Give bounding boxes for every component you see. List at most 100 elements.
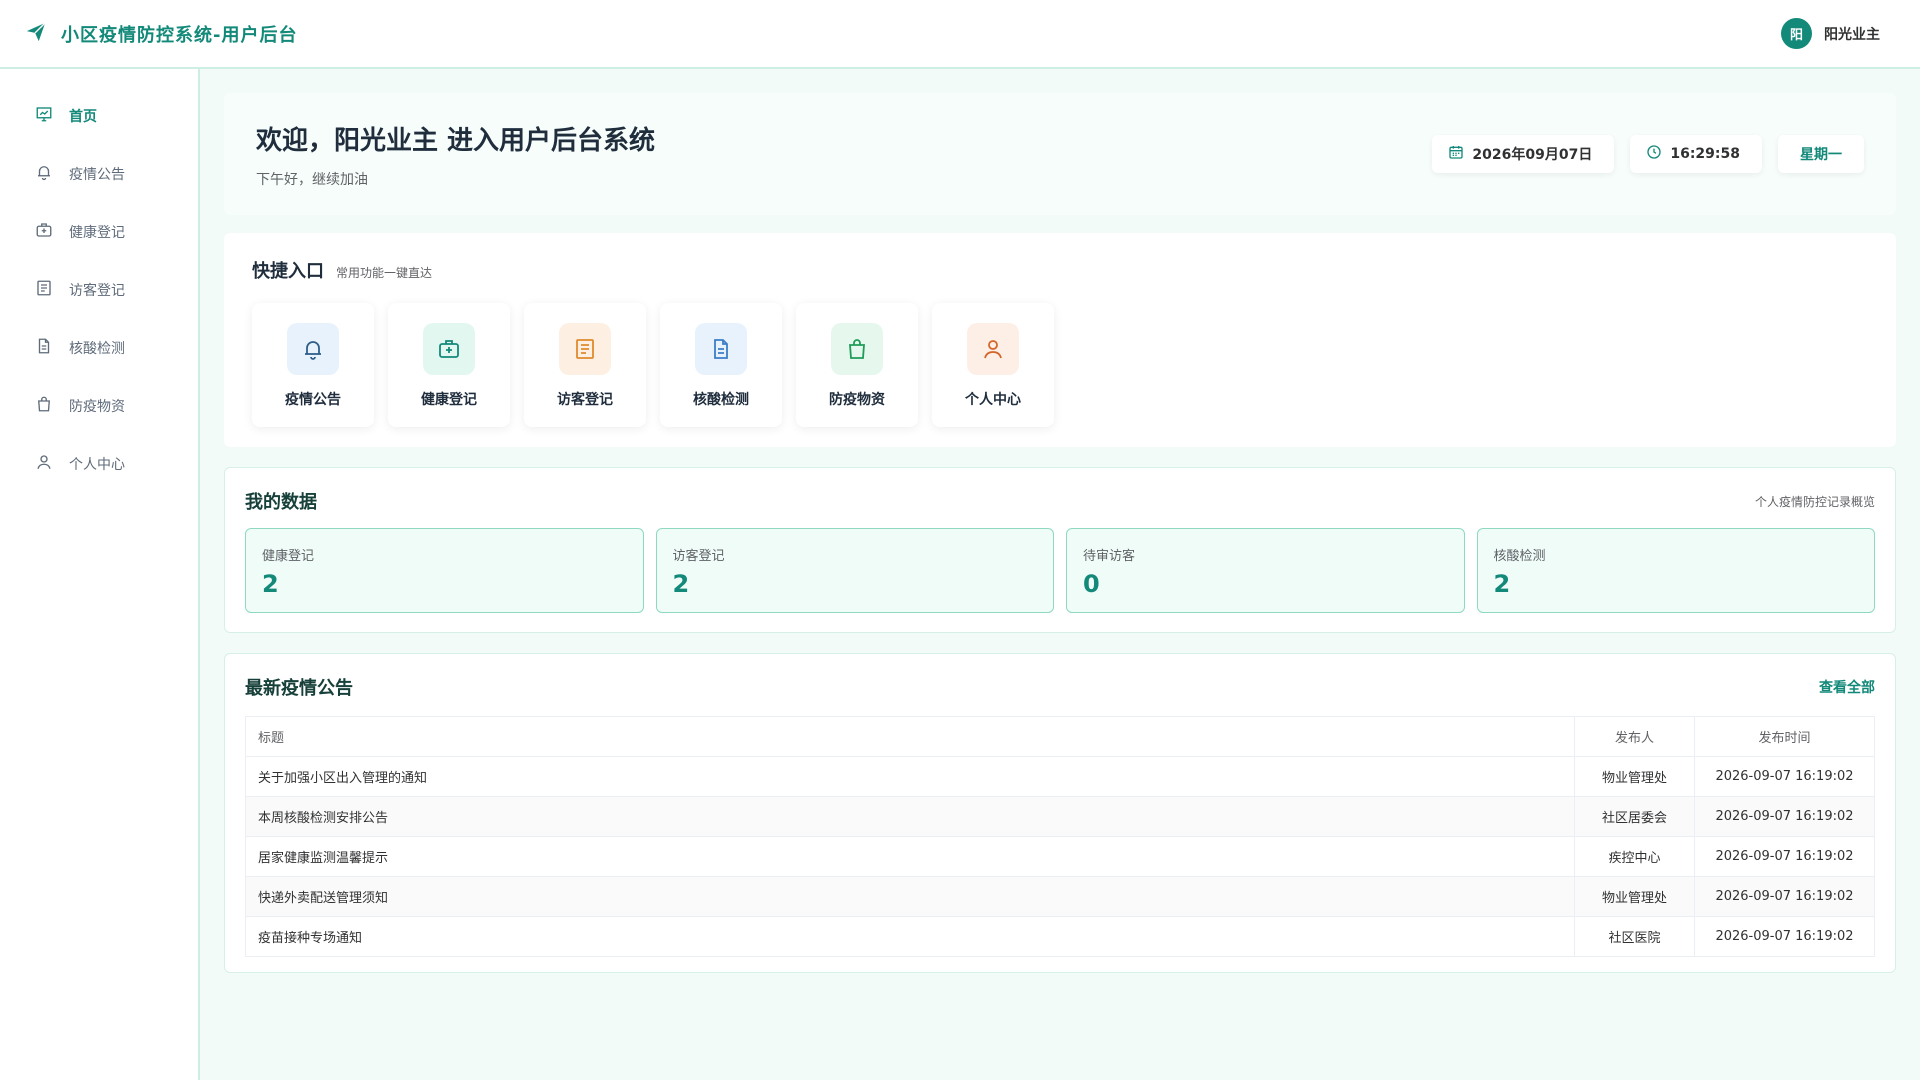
stat-card-nucleic-test[interactable]: 核酸检测 2 xyxy=(1476,528,1875,613)
sidebar-item-supplies[interactable]: 防疫物资 xyxy=(0,377,198,435)
stat-label: 核酸检测 xyxy=(1493,549,1546,564)
time-chip: 16:29:58 xyxy=(1630,135,1762,173)
latest-notices-panel: 最新疫情公告 查看全部 标题 发布人 发布时间 关于加强小区出入管理的通知 物业… xyxy=(224,653,1896,973)
notice-title[interactable]: 疫苗接种专场通知 xyxy=(245,916,1575,957)
tile-label: 访客登记 xyxy=(557,392,613,408)
form-icon xyxy=(35,279,53,301)
table-row[interactable]: 居家健康监测温馨提示 疾控中心 2026-09-07 16:19:02 xyxy=(245,836,1875,877)
notice-time: 2026-09-07 16:19:02 xyxy=(1694,796,1875,837)
column-header-publisher: 发布人 xyxy=(1574,716,1695,757)
clock-icon xyxy=(1646,144,1662,164)
quick-entry-title: 快捷入口 xyxy=(252,261,324,282)
time-text: 16:29:58 xyxy=(1670,146,1740,162)
sidebar-item-announcements[interactable]: 疫情公告 xyxy=(0,145,198,203)
stat-cards: 健康登记 2 访客登记 2 待审访客 0 核酸检测 2 xyxy=(245,528,1875,613)
medical-kit-icon xyxy=(35,221,53,243)
bell-icon xyxy=(287,323,339,375)
quick-tile-profile[interactable]: 个人中心 xyxy=(932,303,1054,427)
sidebar-item-health[interactable]: 健康登记 xyxy=(0,203,198,261)
notice-time: 2026-09-07 16:19:02 xyxy=(1694,756,1875,797)
stat-value: 2 xyxy=(262,570,279,598)
sidebar-item-label: 个人中心 xyxy=(69,457,125,473)
notice-title[interactable]: 快递外卖配送管理须知 xyxy=(245,876,1575,917)
tile-label: 个人中心 xyxy=(965,392,1021,408)
user-name[interactable]: 阳光业主 xyxy=(1824,24,1880,44)
weekday-text: 星期一 xyxy=(1800,147,1842,163)
welcome-title: 欢迎，阳光业主 进入用户后台系统 xyxy=(256,125,656,156)
quick-tile-nucleic-test[interactable]: 核酸检测 xyxy=(660,303,782,427)
form-icon xyxy=(559,323,611,375)
user-menu[interactable]: 阳 阳光业主 xyxy=(1781,18,1880,49)
avatar[interactable]: 阳 xyxy=(1781,18,1812,49)
sidebar-item-label: 访客登记 xyxy=(69,283,125,299)
table-row[interactable]: 快递外卖配送管理须知 物业管理处 2026-09-07 16:19:02 xyxy=(245,876,1875,917)
sidebar-item-nucleic-test[interactable]: 核酸检测 xyxy=(0,319,198,377)
stat-value: 0 xyxy=(1083,570,1100,598)
table-row[interactable]: 关于加强小区出入管理的通知 物业管理处 2026-09-07 16:19:02 xyxy=(245,756,1875,797)
notice-publisher: 物业管理处 xyxy=(1574,876,1695,917)
stat-value: 2 xyxy=(1493,570,1511,598)
quick-tile-health[interactable]: 健康登记 xyxy=(388,303,510,427)
my-data-panel: 我的数据 个人疫情防控记录概览 健康登记 2 访客登记 2 待审访客 0 核酸检… xyxy=(224,467,1896,633)
notice-publisher: 疾控中心 xyxy=(1574,836,1695,877)
weekday-chip: 星期一 xyxy=(1778,135,1864,173)
paper-plane-icon xyxy=(25,21,47,47)
tile-label: 疫情公告 xyxy=(285,392,341,408)
notice-title[interactable]: 关于加强小区出入管理的通知 xyxy=(245,756,1575,797)
app-title: 小区疫情防控系统-用户后台 xyxy=(61,24,298,46)
sidebar-item-profile[interactable]: 个人中心 xyxy=(0,435,198,493)
sidebar-item-home[interactable]: 首页 xyxy=(0,87,198,145)
stat-value: 2 xyxy=(672,570,690,598)
column-header-title: 标题 xyxy=(245,716,1575,757)
table-row[interactable]: 本周核酸检测安排公告 社区居委会 2026-09-07 16:19:02 xyxy=(245,796,1875,837)
stat-label: 健康登记 xyxy=(262,549,315,564)
notice-title[interactable]: 本周核酸检测安排公告 xyxy=(245,796,1575,837)
quick-tile-supplies[interactable]: 防疫物资 xyxy=(796,303,918,427)
table-header-row: 标题 发布人 发布时间 xyxy=(245,716,1875,757)
my-data-subtitle: 个人疫情防控记录概览 xyxy=(1754,494,1875,509)
tile-label: 健康登记 xyxy=(421,392,477,408)
notices-title: 最新疫情公告 xyxy=(245,678,353,699)
sidebar-item-label: 健康登记 xyxy=(69,225,125,241)
document-icon xyxy=(35,337,53,359)
stat-card-health[interactable]: 健康登记 2 xyxy=(245,528,644,613)
notice-title[interactable]: 居家健康监测温馨提示 xyxy=(245,836,1575,877)
welcome-banner: 欢迎，阳光业主 进入用户后台系统 下午好，继续加油 2026年09月07日 16… xyxy=(224,93,1896,215)
sidebar: 首页 疫情公告 健康登记 访客登记 核酸检测 防疫物资 个人中心 xyxy=(0,69,200,1080)
quick-tile-announcements[interactable]: 疫情公告 xyxy=(252,303,374,427)
notice-publisher: 社区居委会 xyxy=(1574,796,1695,837)
notice-time: 2026-09-07 16:19:02 xyxy=(1694,836,1875,877)
shopping-bag-icon xyxy=(831,323,883,375)
quick-tile-visitors[interactable]: 访客登记 xyxy=(524,303,646,427)
datetime-chips: 2026年09月07日 16:29:58 星期一 xyxy=(1432,135,1864,173)
notices-table: 标题 发布人 发布时间 关于加强小区出入管理的通知 物业管理处 2026-09-… xyxy=(245,716,1875,957)
bell-icon xyxy=(35,163,53,185)
medical-kit-icon xyxy=(423,323,475,375)
top-header: 小区疫情防控系统-用户后台 阳 阳光业主 xyxy=(0,0,1920,69)
welcome-subtitle: 下午好，继续加油 xyxy=(256,171,368,188)
dashboard-icon xyxy=(35,105,53,127)
notice-time: 2026-09-07 16:19:02 xyxy=(1694,876,1875,917)
date-text: 2026年09月07日 xyxy=(1472,147,1593,163)
calendar-icon xyxy=(1448,144,1464,164)
main-content: 欢迎，阳光业主 进入用户后台系统 下午好，继续加油 2026年09月07日 16… xyxy=(224,93,1896,973)
stat-label: 访客登记 xyxy=(672,549,725,564)
my-data-title: 我的数据 xyxy=(245,492,317,513)
quick-entry-subtitle: 常用功能一键直达 xyxy=(336,266,433,280)
date-chip: 2026年09月07日 xyxy=(1432,135,1615,173)
shopping-bag-icon xyxy=(35,395,53,417)
stat-card-visitors[interactable]: 访客登记 2 xyxy=(655,528,1054,613)
column-header-time: 发布时间 xyxy=(1694,716,1875,757)
brand[interactable]: 小区疫情防控系统-用户后台 xyxy=(25,21,297,47)
notice-publisher: 社区医院 xyxy=(1574,916,1695,957)
table-row[interactable]: 疫苗接种专场通知 社区医院 2026-09-07 16:19:02 xyxy=(245,916,1875,957)
user-icon xyxy=(967,323,1019,375)
quick-entry-panel: 快捷入口 常用功能一键直达 疫情公告 健康登记 访客登记 核酸检测 防疫物资 个… xyxy=(224,233,1896,447)
document-icon xyxy=(695,323,747,375)
sidebar-item-label: 核酸检测 xyxy=(69,341,125,357)
view-all-link[interactable]: 查看全部 xyxy=(1819,677,1875,697)
stat-card-pending-visitors[interactable]: 待审访客 0 xyxy=(1066,528,1465,613)
sidebar-item-label: 疫情公告 xyxy=(69,167,125,183)
user-icon xyxy=(35,453,53,475)
sidebar-item-visitors[interactable]: 访客登记 xyxy=(0,261,198,319)
